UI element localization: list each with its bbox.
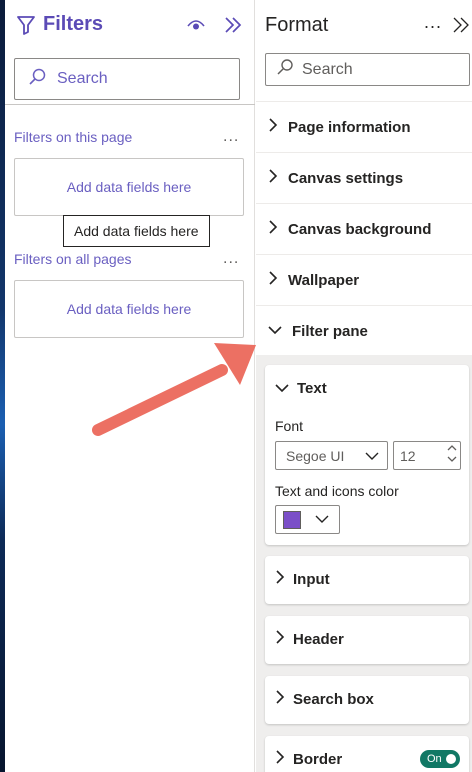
filter-pane-cards-area: Text Font Segoe UI 12 Text and icons col… — [256, 355, 472, 772]
font-label: Font — [275, 418, 304, 434]
filters-pane: Filters Search Filters on this page ... … — [5, 0, 255, 772]
text-card-header[interactable]: Text — [265, 365, 469, 412]
search-icon — [276, 58, 294, 81]
eye-icon[interactable] — [185, 14, 207, 36]
more-icon[interactable]: ... — [424, 12, 442, 33]
chevron-down-icon — [268, 322, 282, 340]
accordion-filter-pane[interactable]: Filter pane — [256, 305, 472, 356]
card-label: Search box — [293, 691, 374, 708]
search-box-card[interactable]: Search box — [265, 676, 469, 724]
filters-title: Filters — [43, 13, 104, 35]
accordion-canvas-background[interactable]: Canvas background — [256, 203, 472, 254]
drop-zone-all-pages[interactable]: Add data fields here — [14, 280, 244, 338]
more-icon[interactable]: ... — [223, 250, 239, 268]
filters-title-group: Filters — [17, 13, 103, 36]
color-swatch — [283, 510, 301, 529]
stepper-down-icon[interactable] — [447, 455, 457, 463]
accordion-label: Wallpaper — [288, 271, 360, 289]
divider — [5, 104, 255, 105]
text-color-picker[interactable] — [275, 505, 340, 534]
card-label: Border — [293, 751, 343, 768]
font-family-value: Segoe UI — [286, 447, 345, 464]
chevron-right-icon — [275, 570, 285, 589]
font-size-input[interactable]: 12 — [393, 441, 461, 470]
format-search-input[interactable]: Search — [265, 53, 470, 86]
toggle-label: On — [427, 753, 442, 765]
more-icon[interactable]: ... — [223, 128, 239, 146]
chevron-right-icon — [275, 630, 285, 649]
border-card[interactable]: Border On — [265, 736, 469, 772]
filters-search-input[interactable]: Search — [14, 58, 240, 100]
input-card[interactable]: Input — [265, 556, 469, 604]
format-title: Format — [265, 14, 329, 36]
chevron-right-icon — [268, 219, 278, 239]
tooltip: Add data fields here — [63, 215, 210, 247]
chevron-right-icon — [268, 270, 278, 290]
header-card-header[interactable]: Header — [265, 616, 469, 663]
font-size-stepper[interactable] — [447, 444, 457, 463]
chevron-right-icon — [268, 168, 278, 188]
header-card[interactable]: Header — [265, 616, 469, 664]
toggle-knob — [446, 754, 456, 764]
filters-on-this-page-label: Filters on this page — [14, 129, 133, 145]
accordion-label: Canvas background — [288, 220, 432, 238]
drop-zone-this-page[interactable]: Add data fields here — [14, 158, 244, 216]
double-chevron-right-icon[interactable] — [450, 13, 472, 37]
chevron-right-icon — [275, 750, 285, 769]
accordion-canvas-settings[interactable]: Canvas settings — [256, 152, 472, 203]
card-label: Input — [293, 571, 330, 588]
format-pane: Format ... Search Page information Canva… — [256, 0, 472, 772]
filters-header: Filters — [5, 0, 255, 52]
search-box-card-header[interactable]: Search box — [265, 676, 469, 723]
chevron-down-icon — [365, 448, 379, 464]
search-placeholder: Search — [57, 70, 108, 87]
chevron-down-icon — [315, 511, 329, 529]
accordion-wallpaper[interactable]: Wallpaper — [256, 254, 472, 305]
accordion-label: Page information — [288, 118, 411, 136]
font-family-select[interactable]: Segoe UI — [275, 441, 388, 470]
stepper-up-icon[interactable] — [447, 444, 457, 452]
search-icon — [27, 67, 47, 92]
text-and-icons-color-label: Text and icons color — [275, 483, 399, 499]
accordion-label: Canvas settings — [288, 169, 404, 187]
chevron-right-icon — [268, 117, 278, 137]
filter-icon — [17, 15, 35, 35]
card-label: Text — [297, 380, 327, 397]
double-chevron-right-icon[interactable] — [221, 13, 245, 37]
accordion-label: Filter pane — [292, 322, 368, 340]
filters-on-all-pages-label: Filters on all pages — [14, 251, 132, 267]
font-size-value: 12 — [400, 447, 416, 464]
search-placeholder: Search — [302, 60, 353, 78]
chevron-right-icon — [275, 690, 285, 709]
text-card: Text Font Segoe UI 12 Text and icons col… — [265, 365, 469, 545]
input-card-header[interactable]: Input — [265, 556, 469, 603]
chevron-down-icon — [275, 380, 289, 398]
border-toggle[interactable]: On — [420, 750, 460, 768]
accordion-page-information[interactable]: Page information — [256, 101, 472, 152]
card-label: Header — [293, 631, 344, 648]
